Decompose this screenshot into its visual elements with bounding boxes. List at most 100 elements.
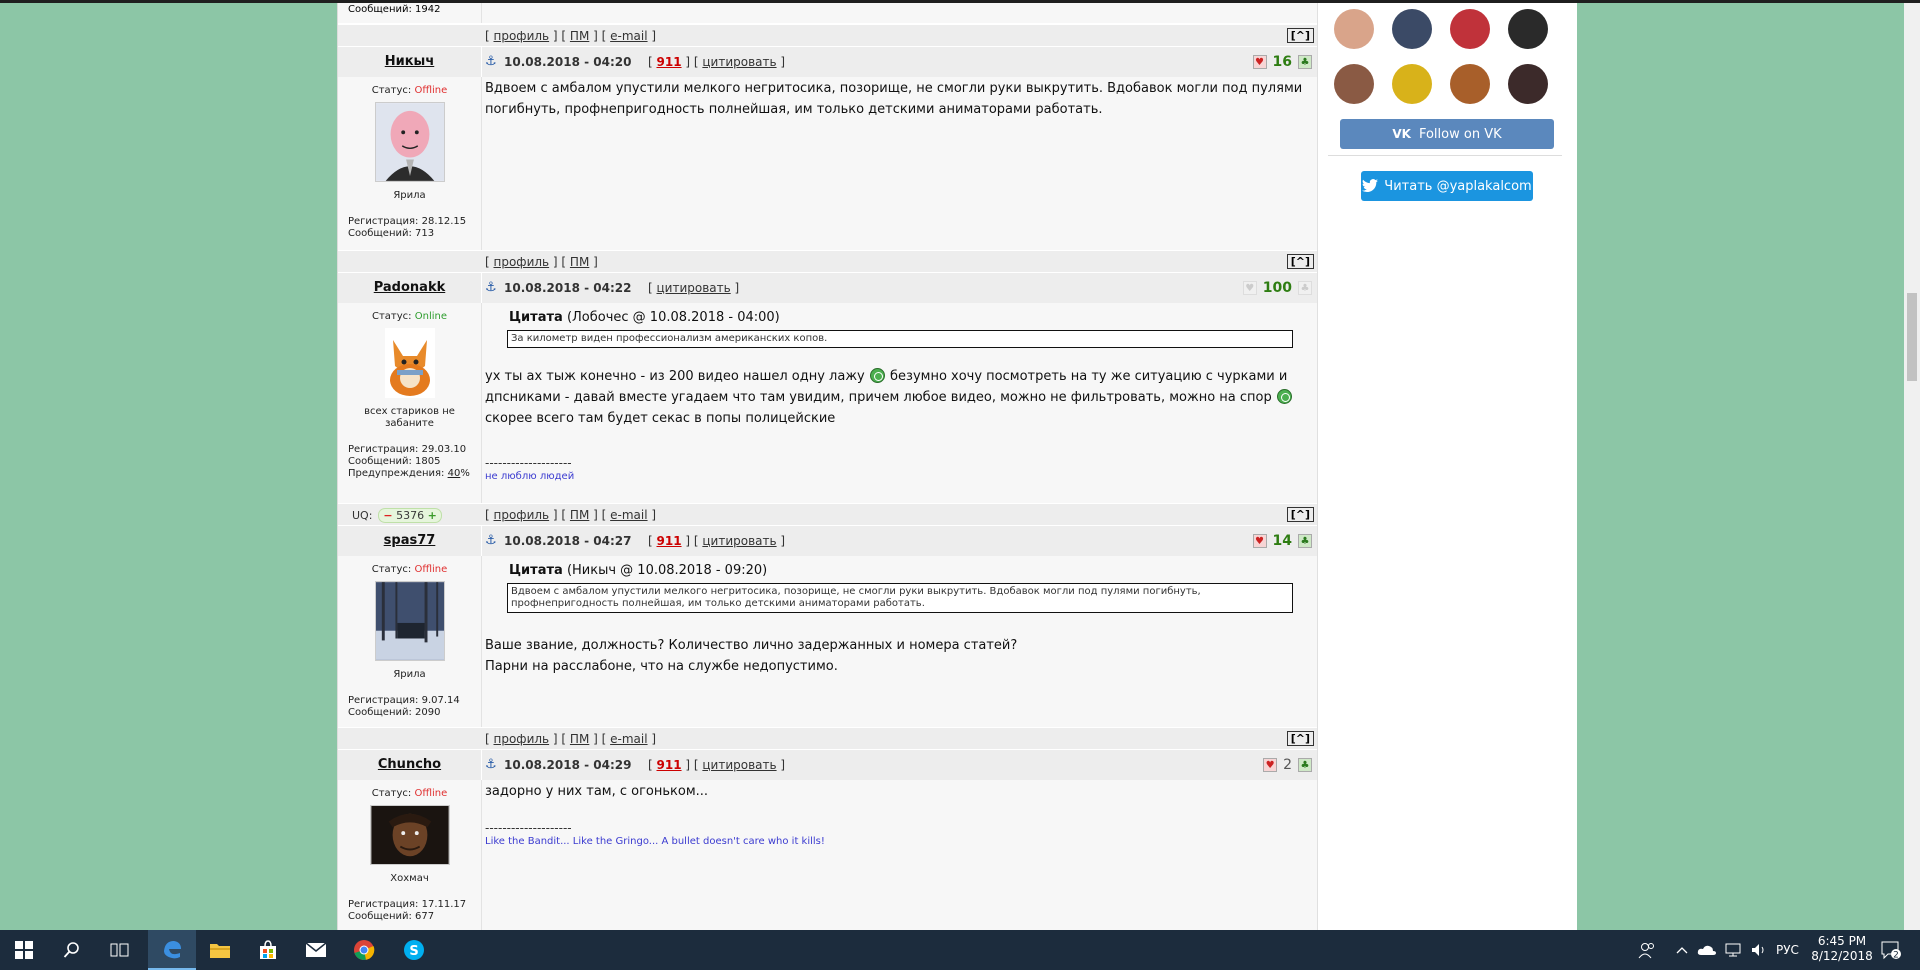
post-author[interactable]: Chuncho — [378, 757, 441, 772]
mail-icon[interactable] — [292, 930, 340, 970]
system-clock[interactable]: 6:45 PM 8/12/2018 — [1810, 934, 1874, 964]
store-icon[interactable] — [244, 930, 292, 970]
friend-avatar[interactable] — [1450, 64, 1490, 104]
post-text: ух ты ах тыж конечно - из 200 видео наше… — [485, 366, 1305, 429]
quote-link[interactable]: цитировать — [657, 281, 731, 295]
profile-link[interactable]: профиль — [494, 255, 550, 269]
email-link[interactable]: e-mail — [610, 29, 647, 43]
rating-score: 16 — [1272, 54, 1292, 70]
avatar[interactable] — [369, 805, 450, 865]
pm-link[interactable]: ПМ — [570, 508, 589, 522]
friend-avatar[interactable] — [1450, 9, 1490, 49]
rate-up-icon[interactable]: ♣ — [1298, 534, 1312, 548]
rate-down-icon[interactable]: ♥ — [1242, 281, 1257, 295]
prev-posts-count: Сообщений: 1942 — [348, 4, 441, 15]
warnings-link[interactable]: 40 — [448, 468, 461, 479]
quote-link[interactable]: цитировать — [702, 758, 776, 772]
scroll-top-button[interactable]: [^] — [1286, 507, 1314, 522]
post-date: 10.08.2018 - 04:29 — [504, 758, 632, 772]
rate-up-icon[interactable]: ♣ — [1298, 55, 1312, 69]
rate-up-icon[interactable]: ♣ — [1298, 758, 1312, 772]
skype-icon[interactable]: S — [390, 930, 438, 970]
rate-down-icon[interactable]: ♥ — [1263, 758, 1278, 772]
notifications-icon[interactable]: 2 — [1880, 930, 1902, 970]
signature: не люблю людей — [485, 471, 575, 482]
post-body: Статус: Online всех стариков не забаните… — [338, 303, 1317, 503]
friend-avatar[interactable] — [1508, 64, 1548, 104]
status-badge: Offline — [414, 85, 448, 96]
user-reg: Регистрация: 17.11.17 Сообщений: 677 — [348, 899, 467, 922]
post-header: Chuncho ⚓ 10.08.2018 - 04:29 [ 911 ] [ ц… — [338, 750, 1317, 780]
user-info: Статус: Offline Ярила Регистрация: 28.12… — [338, 77, 481, 240]
rate-up-icon[interactable]: ♣ — [1298, 281, 1312, 295]
rate-down-icon[interactable]: ♥ — [1252, 55, 1267, 69]
anchor-icon[interactable]: ⚓ — [485, 533, 497, 548]
friend-avatar[interactable] — [1334, 9, 1374, 49]
profile-link[interactable]: профиль — [494, 508, 550, 522]
avatar[interactable] — [374, 581, 445, 661]
pm-link[interactable]: ПМ — [570, 732, 589, 746]
people-icon[interactable] — [1638, 930, 1656, 970]
avatar[interactable] — [374, 102, 445, 182]
signature: Like the Bandit... Like the Gringo... A … — [485, 836, 825, 847]
anchor-icon[interactable]: ⚓ — [485, 757, 497, 772]
forum-thread: Сообщений: 1942 [ профиль ] [ ПМ ] [ e-m… — [337, 3, 1317, 930]
uq-plus-icon[interactable]: + — [428, 509, 437, 522]
pm-link[interactable]: ПМ — [570, 29, 589, 43]
search-icon[interactable] — [48, 930, 96, 970]
email-link[interactable]: e-mail — [610, 508, 647, 522]
post-number[interactable]: 911 — [657, 534, 682, 548]
twitter-follow-button[interactable]: Читать @yaplakalcom — [1361, 171, 1533, 201]
post-number[interactable]: 911 — [657, 758, 682, 772]
profile-link[interactable]: профиль — [494, 732, 550, 746]
post-number[interactable]: 911 — [657, 55, 682, 69]
scroll-top-button[interactable]: [^] — [1286, 254, 1314, 269]
post-rating: ♥ 2 ♣ — [1263, 756, 1312, 774]
post-meta: [ 911 ] [ цитировать ] — [648, 758, 786, 772]
windows-start-icon[interactable] — [0, 930, 48, 970]
quote-link[interactable]: цитировать — [702, 55, 776, 69]
post-date: 10.08.2018 - 04:20 — [504, 55, 632, 69]
rate-down-icon[interactable]: ♥ — [1252, 534, 1267, 548]
profile-link[interactable]: профиль — [494, 29, 550, 43]
post-meta: [ цитировать ] — [648, 281, 740, 295]
chevron-up-icon[interactable] — [1676, 930, 1688, 970]
task-view-icon[interactable] — [96, 930, 144, 970]
signature-divider: -------------------- — [485, 821, 572, 835]
friend-avatar[interactable] — [1392, 9, 1432, 49]
scrollbar-thumb[interactable] — [1907, 293, 1917, 381]
uq-minus-icon[interactable]: − — [383, 509, 392, 522]
volume-icon[interactable] — [1750, 930, 1768, 970]
chrome-icon[interactable] — [340, 930, 388, 970]
anchor-icon[interactable]: ⚓ — [485, 54, 497, 69]
post-author[interactable]: Padonakk — [374, 280, 446, 295]
avatar[interactable] — [384, 328, 435, 398]
input-language[interactable]: РУС — [1776, 930, 1799, 970]
scroll-top-button[interactable]: [^] — [1286, 731, 1314, 746]
file-explorer-icon[interactable] — [196, 930, 244, 970]
post-content: Цитата (Никыч @ 10.08.2018 - 09:20) Вдво… — [485, 556, 1305, 677]
post-date: 10.08.2018 - 04:22 — [504, 281, 632, 295]
rating-score: 2 — [1283, 757, 1292, 773]
friend-avatar[interactable] — [1334, 64, 1374, 104]
network-icon[interactable] — [1724, 930, 1742, 970]
pm-link[interactable]: ПМ — [570, 255, 589, 269]
edge-browser-icon[interactable] — [148, 930, 196, 970]
post-header: spas77 ⚓ 10.08.2018 - 04:27 [ 911 ] [ ци… — [338, 526, 1317, 556]
user-title: всех стариков не забаните — [364, 406, 455, 429]
post-author[interactable]: Никыч — [385, 54, 435, 69]
email-link[interactable]: e-mail — [610, 732, 647, 746]
scroll-top-button[interactable]: [^] — [1286, 28, 1314, 43]
follow-vk-button[interactable]: VK Follow on VK — [1340, 119, 1554, 149]
post-content: Цитата (Лобочес @ 10.08.2018 - 04:00) За… — [485, 303, 1305, 484]
friend-avatar[interactable] — [1508, 9, 1548, 49]
friend-avatar[interactable] — [1392, 64, 1432, 104]
post-author[interactable]: spas77 — [384, 533, 436, 548]
quote-link[interactable]: цитировать — [702, 534, 776, 548]
page-scrollbar[interactable] — [1904, 3, 1920, 930]
anchor-icon[interactable]: ⚓ — [485, 280, 497, 295]
rating-score: 14 — [1272, 533, 1292, 549]
post-footer-bar: UQ: − 5376 + [ профиль ] [ ПМ ] [ e-mail … — [338, 503, 1317, 525]
onedrive-icon[interactable] — [1697, 930, 1717, 970]
post-text: Вдвоем с амбалом упустили мелкого негрит… — [485, 81, 1303, 117]
